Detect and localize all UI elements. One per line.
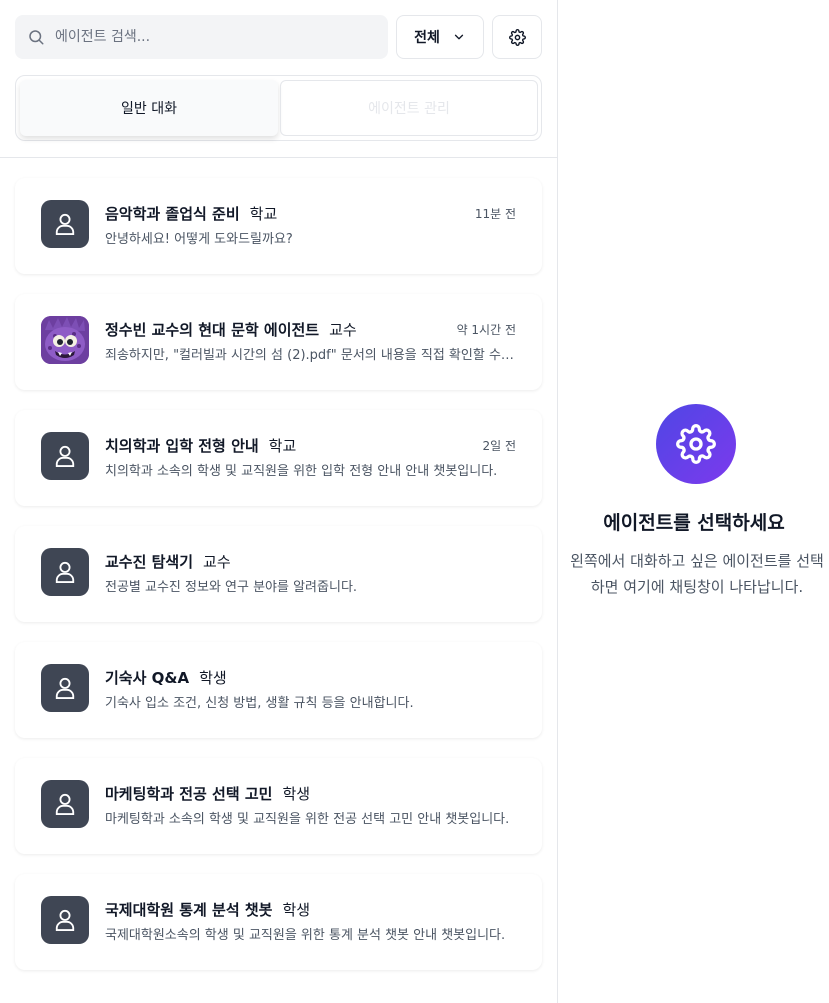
agent-name: 교수진 탐색기 <box>105 552 194 571</box>
user-icon <box>55 677 75 699</box>
agent-card[interactable]: 정수빈 교수의 현대 문학 에이전트 교수 약 1시간 전 죄송하지만, "컬러… <box>15 294 542 390</box>
empty-state-title: 에이전트를 선택하세요 <box>603 512 785 534</box>
agent-name: 마케팅학과 전공 선택 고민 <box>105 784 273 803</box>
avatar <box>41 316 89 364</box>
avatar <box>41 780 89 828</box>
agent-description: 기숙사 입소 조건, 신청 방법, 생활 규칙 등을 안내합니다. <box>105 696 414 711</box>
agent-role: 학생 <box>199 668 227 687</box>
agent-time: 2일 전 <box>482 438 516 453</box>
user-icon <box>55 213 75 235</box>
agent-description: 전공별 교수진 정보와 연구 분야를 알려줍니다. <box>105 580 358 595</box>
agent-card[interactable]: 마케팅학과 전공 선택 고민 학생 마케팅학과 소속의 학생 및 교직원을 위한… <box>15 758 542 854</box>
search-input[interactable] <box>55 15 375 59</box>
agent-name: 음악학과 졸업식 준비 <box>105 204 240 223</box>
agent-card[interactable]: 치의학과 입학 전형 안내 학교 2일 전 치의학과 소속의 학생 및 교직원을… <box>15 410 542 506</box>
agent-time: 11분 전 <box>474 206 516 221</box>
user-icon <box>55 445 75 467</box>
monster-mascot-image <box>41 316 89 364</box>
mode-tabs: 일반 대화 에이전트 관리 <box>15 75 542 141</box>
agent-card[interactable]: 국제대학원 통계 분석 챗봇 학생 국제대학원소속의 학생 및 교직원을 위한 … <box>15 874 542 970</box>
agent-list: 음악학과 졸업식 준비 학교 11분 전 안녕하세요! 어떻게 도와드릴까요? <box>15 178 542 990</box>
avatar <box>41 200 89 248</box>
filter-dropdown[interactable]: 전체 <box>396 15 484 59</box>
gear-icon <box>676 424 716 464</box>
empty-state-line-1: 왼쪽에서 대화하고 싶은 에이전트를 선택 <box>570 552 824 570</box>
user-icon <box>55 909 75 931</box>
avatar <box>41 896 89 944</box>
agent-description: 안녕하세요! 어떻게 도와드릴까요? <box>105 232 293 247</box>
chevron-down-icon <box>454 34 464 40</box>
search-box[interactable] <box>15 15 388 59</box>
agent-description: 마케팅학과 소속의 학생 및 교직원을 위한 전공 선택 고민 안내 챗봇입니다… <box>105 812 510 827</box>
agent-name: 치의학과 입학 전형 안내 <box>105 436 259 455</box>
agent-role: 학교 <box>268 436 297 455</box>
settings-button[interactable] <box>492 15 542 59</box>
agent-role: 교수 <box>203 552 231 571</box>
tab-agent-management[interactable]: 에이전트 관리 <box>280 80 538 136</box>
search-icon <box>29 30 44 45</box>
agent-card[interactable]: 교수진 탐색기 교수 전공별 교수진 정보와 연구 분야를 알려줍니다. <box>15 526 542 622</box>
filter-selected-label: 전체 <box>414 30 440 46</box>
divider <box>0 157 558 158</box>
avatar <box>41 432 89 480</box>
agent-name: 기숙사 Q&A <box>105 668 190 687</box>
empty-state-line-2: 하면 여기에 채팅창이 나타납니다. <box>590 578 804 596</box>
agent-description: 치의학과 소속의 학생 및 교직원을 위한 입학 전형 안내 안내 챗봇입니다. <box>105 464 498 479</box>
agent-card[interactable]: 기숙사 Q&A 학생 기숙사 입소 조건, 신청 방법, 생활 규칙 등을 안내… <box>15 642 542 738</box>
agent-time: 약 1시간 전 <box>456 322 516 337</box>
chat-panel-empty-state: 에이전트를 선택하세요 왼쪽에서 대화하고 싶은 에이전트를 선택 하면 여기에… <box>559 0 829 1003</box>
agent-description: 국제대학원소속의 학생 및 교직원을 위한 통계 분석 챗봇 안내 챗봇입니다. <box>105 928 506 943</box>
gear-icon <box>508 28 526 46</box>
agent-name: 국제대학원 통계 분석 챗봇 <box>105 900 273 919</box>
agent-description: 죄송하지만, "컬러빌과 시간의 섬 (2).pdf" 문서의 내용을 직접 확… <box>105 348 515 363</box>
user-icon <box>55 793 75 815</box>
agent-role: 학교 <box>249 204 278 223</box>
agent-role: 학생 <box>282 784 311 803</box>
avatar <box>41 548 89 596</box>
empty-state-badge <box>656 404 736 484</box>
empty-state-description: 왼쪽에서 대화하고 싶은 에이전트를 선택 하면 여기에 채팅창이 나타납니다. <box>563 548 829 600</box>
tab-general-chat[interactable]: 일반 대화 <box>20 80 278 136</box>
agent-role: 교수 <box>329 320 357 339</box>
agent-card[interactable]: 음악학과 졸업식 준비 학교 11분 전 안녕하세요! 어떻게 도와드릴까요? <box>15 178 542 274</box>
avatar <box>41 664 89 712</box>
user-icon <box>55 561 75 583</box>
agent-name: 정수빈 교수의 현대 문학 에이전트 <box>105 320 320 339</box>
agent-role: 학생 <box>282 900 311 919</box>
agent-list-panel: 전체 일반 대화 에이전트 관리 음악학과 졸업식 준비 학교 11분 전 안녕… <box>0 0 558 1003</box>
